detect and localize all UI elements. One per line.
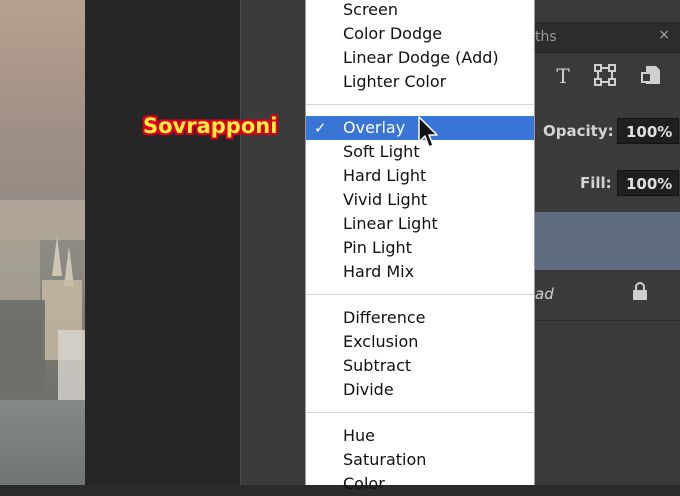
menu-item-linear-dodge-add[interactable]: Linear Dodge (Add)	[306, 46, 534, 70]
options-bar-edge	[240, 0, 306, 485]
close-icon[interactable]: ×	[658, 27, 670, 43]
blend-mode-menu: Screen Color Dodge Linear Dodge (Add) Light…	[305, 0, 535, 493]
opacity-label: Opacity:	[543, 122, 614, 140]
fill-row: Fill: 100%	[535, 168, 680, 200]
menu-item-difference[interactable]: Difference	[306, 306, 534, 330]
layer-name: ad	[535, 285, 554, 303]
menu-item-saturation[interactable]: Saturation	[306, 448, 534, 472]
opacity-field[interactable]: 100%	[617, 118, 679, 144]
menu-item-divide[interactable]: Divide	[306, 378, 534, 402]
menu-separator	[306, 412, 534, 413]
menu-separator	[306, 104, 534, 105]
menu-item-pin-light[interactable]: Pin Light	[306, 236, 534, 260]
filter-toolbar: T	[535, 60, 680, 96]
menu-item-vivid-light[interactable]: Vivid Light	[306, 188, 534, 212]
layers-panel: ths × T Opacity: 100% Fill: 100% ad	[535, 0, 680, 485]
opacity-row: Opacity: 100%	[535, 116, 680, 148]
callout-label: Sovrapponi	[143, 114, 278, 138]
menu-separator	[306, 294, 534, 295]
canvas-dark-area	[85, 0, 240, 485]
fill-label: Fill:	[580, 174, 612, 192]
canvas-photo	[0, 0, 85, 485]
check-icon: ✓	[314, 119, 327, 137]
transform-icon[interactable]	[593, 64, 617, 88]
fill-field[interactable]: 100%	[617, 170, 679, 196]
menu-item-subtract[interactable]: Subtract	[306, 354, 534, 378]
menu-item-linear-light[interactable]: Linear Light	[306, 212, 534, 236]
menu-item-color[interactable]: Color	[306, 472, 534, 496]
mouse-cursor-icon	[418, 116, 440, 150]
menu-item-hard-mix[interactable]: Hard Mix	[306, 260, 534, 284]
menu-item-color-dodge[interactable]: Color Dodge	[306, 22, 534, 46]
menu-item-hard-light[interactable]: Hard Light	[306, 164, 534, 188]
menu-item-exclusion[interactable]: Exclusion	[306, 330, 534, 354]
layer-background[interactable]: ad	[535, 270, 680, 321]
menu-item-hue[interactable]: Hue	[306, 424, 534, 448]
type-icon[interactable]: T	[551, 64, 575, 88]
layer-selected[interactable]	[535, 212, 680, 270]
panel-tab-row: ths ×	[535, 22, 680, 53]
menu-item-screen[interactable]: Screen	[306, 0, 534, 22]
lock-icon	[633, 282, 647, 300]
smart-object-icon[interactable]	[639, 64, 663, 88]
tab-paths[interactable]: ths	[535, 29, 557, 45]
menu-item-lighter-color[interactable]: Lighter Color	[306, 70, 534, 94]
